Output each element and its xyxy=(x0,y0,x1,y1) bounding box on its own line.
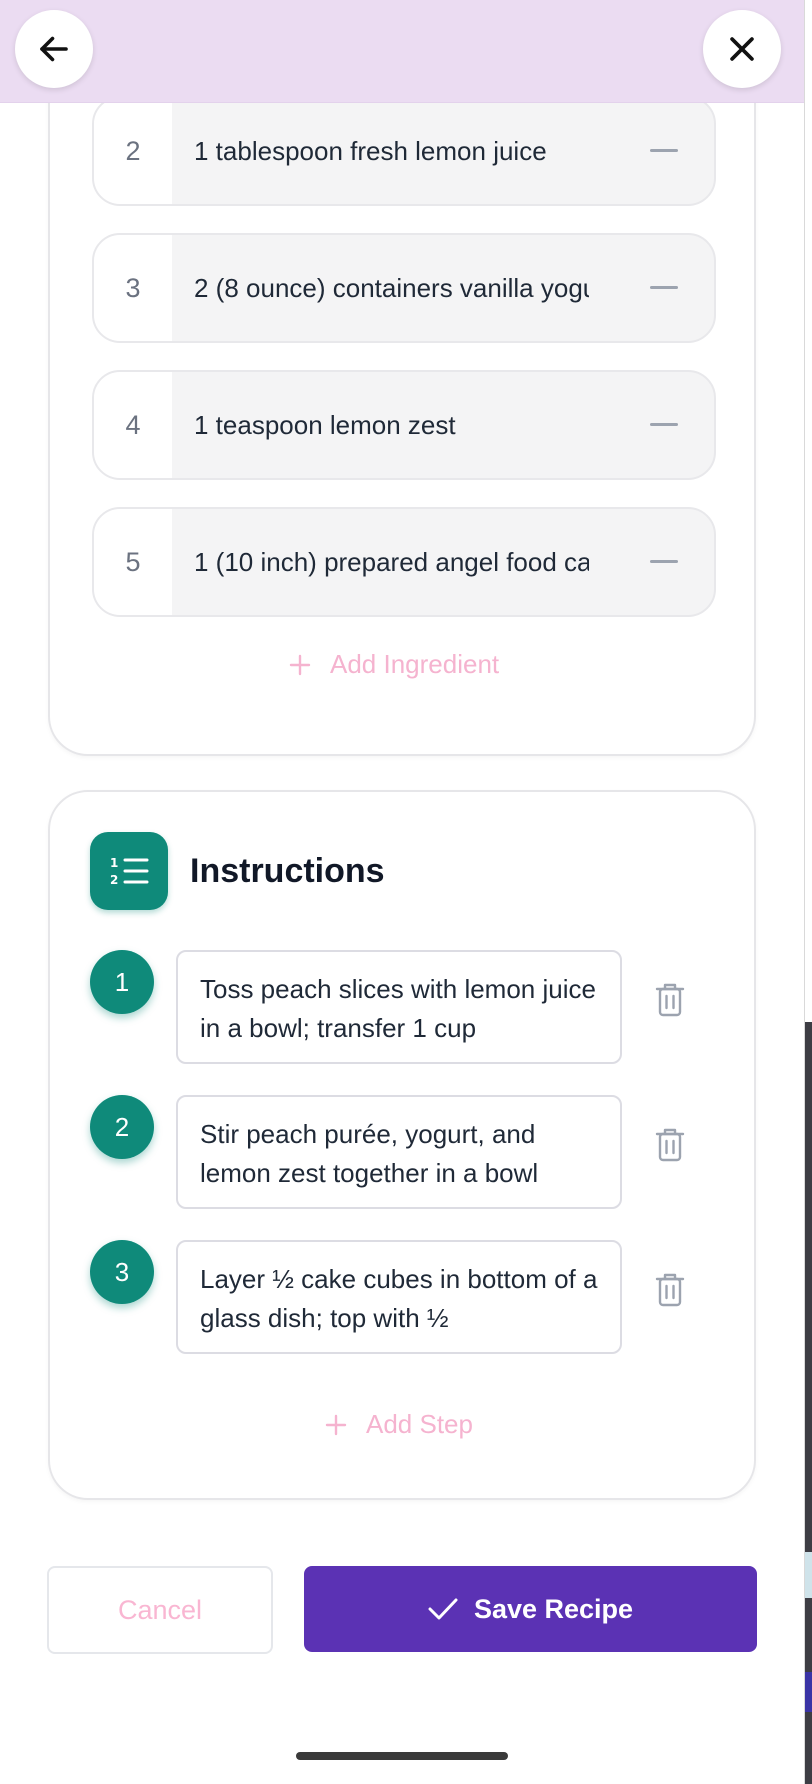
step-number: 2 xyxy=(90,1095,154,1159)
home-indicator xyxy=(296,1752,508,1760)
ingredient-number: 2 xyxy=(94,98,172,204)
svg-text:2: 2 xyxy=(110,873,118,887)
add-ingredient-label: Add Ingredient xyxy=(330,649,500,679)
remove-ingredient-button[interactable] xyxy=(614,98,714,204)
check-icon xyxy=(428,1598,458,1620)
recipe-editor-screen: 2 1 tablespoon fresh lemon juice 3 2 (8 … xyxy=(0,0,805,1784)
minus-icon xyxy=(650,286,678,289)
instruction-step: 1 Toss peach slices with lemon juice in … xyxy=(90,950,730,1064)
ingredient-number: 5 xyxy=(94,509,172,615)
ingredient-text: 1 tablespoon fresh lemon juice xyxy=(194,135,547,166)
arrow-left-icon xyxy=(40,36,68,62)
step-text-field[interactable]: Layer ½ cake cubes in bottom of a glass … xyxy=(176,1240,622,1354)
minus-icon xyxy=(650,149,678,152)
ingredient-row: 5 1 (10 inch) prepared angel food cake xyxy=(92,507,716,617)
step-number: 3 xyxy=(90,1240,154,1304)
ingredient-row: 4 1 teaspoon lemon zest xyxy=(92,370,716,480)
add-step-button[interactable]: Add Step xyxy=(324,1409,473,1440)
cancel-button[interactable]: Cancel xyxy=(47,1566,273,1654)
plus-icon xyxy=(289,654,311,675)
trash-icon xyxy=(655,983,685,1017)
top-bar xyxy=(0,0,804,103)
step-number: 1 xyxy=(90,950,154,1014)
instruction-step: 2 Stir peach purée, yogurt, and lemon ze… xyxy=(90,1095,730,1209)
close-icon xyxy=(730,37,754,61)
save-recipe-label: Save Recipe xyxy=(473,1593,634,1624)
background-window-chip xyxy=(805,1672,812,1712)
instruction-step: 3 Layer ½ cake cubes in bottom of a glas… xyxy=(90,1240,730,1354)
instructions-card: 1 2 Instructions 1 Toss peach slices wit… xyxy=(48,790,756,1500)
remove-ingredient-button[interactable] xyxy=(614,372,714,478)
ingredient-text: 1 (10 inch) prepared angel food cake xyxy=(194,546,589,577)
remove-ingredient-button[interactable] xyxy=(614,235,714,341)
trash-icon xyxy=(655,1273,685,1307)
trash-icon xyxy=(655,1128,685,1162)
instructions-title: Instructions xyxy=(190,851,385,890)
delete-step-button[interactable] xyxy=(650,1123,690,1167)
save-recipe-button[interactable]: Save Recipe xyxy=(304,1566,757,1652)
remove-ingredient-button[interactable] xyxy=(614,509,714,615)
background-window-chip xyxy=(805,1552,812,1598)
ingredient-row: 2 1 tablespoon fresh lemon juice xyxy=(92,96,716,206)
minus-icon xyxy=(650,423,678,426)
back-button[interactable] xyxy=(15,10,93,88)
plus-icon xyxy=(325,1414,347,1435)
svg-text:1: 1 xyxy=(110,856,118,870)
cancel-label: Cancel xyxy=(117,1594,203,1625)
delete-step-button[interactable] xyxy=(650,1268,690,1312)
background-window-edge xyxy=(805,1022,812,1784)
add-step-label: Add Step xyxy=(366,1409,473,1439)
ingredient-number: 3 xyxy=(94,235,172,341)
ingredient-number: 4 xyxy=(94,372,172,478)
close-button[interactable] xyxy=(703,10,781,88)
ingredient-input[interactable]: 1 (10 inch) prepared angel food cake xyxy=(172,509,614,615)
add-ingredient-button[interactable]: Add Ingredient xyxy=(288,649,499,680)
ingredient-text: 2 (8 ounce) containers vanilla yogurt xyxy=(194,272,589,303)
numbered-list-icon: 1 2 xyxy=(90,832,168,910)
minus-icon xyxy=(650,560,678,563)
ingredient-row: 3 2 (8 ounce) containers vanilla yogurt xyxy=(92,233,716,343)
delete-step-button[interactable] xyxy=(650,978,690,1022)
ingredient-input[interactable]: 2 (8 ounce) containers vanilla yogurt xyxy=(172,235,614,341)
ingredient-text: 1 teaspoon lemon zest xyxy=(194,409,456,440)
ingredient-input[interactable]: 1 teaspoon lemon zest xyxy=(172,372,614,478)
step-text-field[interactable]: Stir peach purée, yogurt, and lemon zest… xyxy=(176,1095,622,1209)
ingredients-card: 2 1 tablespoon fresh lemon juice 3 2 (8 … xyxy=(48,0,756,756)
ingredient-input[interactable]: 1 tablespoon fresh lemon juice xyxy=(172,98,614,204)
step-text-field[interactable]: Toss peach slices with lemon juice in a … xyxy=(176,950,622,1064)
instructions-header: 1 2 Instructions xyxy=(90,832,385,910)
